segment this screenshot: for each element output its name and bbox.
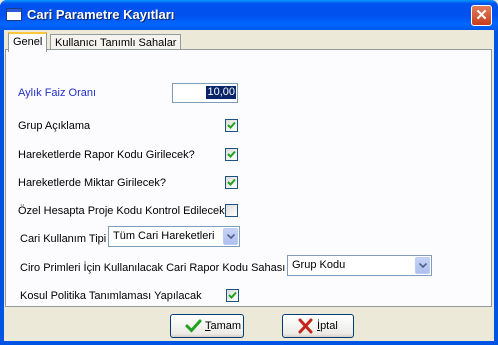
check-icon <box>227 178 236 186</box>
ciro-primleri-value: Grup Kodu <box>292 259 346 271</box>
window-title: Cari Parametre Kayıtları <box>27 7 175 22</box>
check-icon <box>227 150 236 158</box>
chevron-down-icon[interactable] <box>223 228 238 245</box>
tab-panel-genel: Aylık Faiz Oranı 10,00 Grup Açıklama Har… <box>5 49 492 307</box>
iptal-button[interactable]: İptal <box>282 314 354 338</box>
dialog-window: Cari Parametre Kayıtları ✕ Genel Kullanı… <box>0 0 498 345</box>
cari-kullanim-label: Cari Kullanım Tipi <box>20 233 107 245</box>
proje-kodu-checkbox[interactable] <box>225 204 238 217</box>
faiz-orani-label: Aylık Faiz Oranı <box>18 87 97 99</box>
cari-kullanim-select[interactable]: Tüm Cari Hareketleri <box>108 226 240 247</box>
kosul-politika-checkbox[interactable] <box>226 289 239 302</box>
cross-icon <box>298 318 313 334</box>
miktar-label: Hareketlerde Miktar Girilecek? <box>18 177 166 189</box>
proje-kodu-label: Özel Hesapta Proje Kodu Kontrol Edilecek <box>18 205 225 217</box>
tamam-label: Tamam <box>205 320 242 332</box>
check-icon <box>185 319 202 333</box>
close-button[interactable]: ✕ <box>471 5 492 26</box>
button-bar: Tamam İptal <box>4 309 494 341</box>
faiz-orani-input[interactable]: 10,00 <box>172 83 238 103</box>
check-icon <box>228 291 237 299</box>
rapor-kodu-checkbox[interactable] <box>225 148 238 161</box>
check-icon <box>227 121 236 129</box>
tamam-button[interactable]: Tamam <box>170 314 244 338</box>
grup-aciklama-checkbox[interactable] <box>225 119 238 132</box>
faiz-orani-value: 10,00 <box>206 86 236 99</box>
iptal-label: İptal <box>317 320 338 332</box>
miktar-checkbox[interactable] <box>225 176 238 189</box>
ciro-primleri-select[interactable]: Grup Kodu <box>287 255 432 276</box>
rapor-kodu-label: Hareketlerde Rapor Kodu Girilecek? <box>18 149 195 161</box>
dialog-body: Genel Kullanıcı Tanımlı Sahalar Aylık Fa… <box>4 30 494 341</box>
grup-aciklama-label: Grup Açıklama <box>18 120 91 132</box>
chevron-down-icon[interactable] <box>415 257 430 274</box>
title-bar[interactable]: Cari Parametre Kayıtları ✕ <box>0 0 498 30</box>
ciro-primleri-label: Ciro Primleri İçin Kullanılacak Cari Rap… <box>20 262 286 274</box>
window-icon <box>6 8 22 21</box>
tab-genel[interactable]: Genel <box>8 32 48 52</box>
cari-kullanim-value: Tüm Cari Hareketleri <box>113 230 215 242</box>
kosul-politika-label: Kosul Politika Tanımlaması Yapılacak <box>20 290 202 302</box>
